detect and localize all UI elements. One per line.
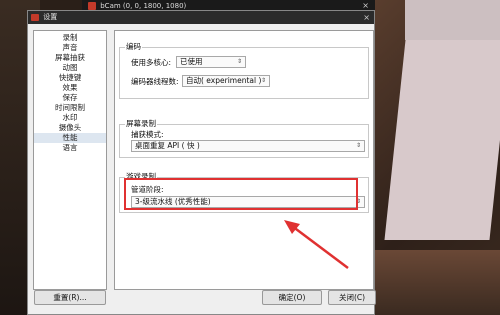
desktop-wood xyxy=(370,250,500,315)
threads-select[interactable]: 自动( experimental ) ⇕ xyxy=(182,75,270,87)
desktop-paper xyxy=(384,40,500,240)
sidebar-item-gif[interactable]: 动图 xyxy=(34,63,106,73)
dialog-title: 设置 xyxy=(43,13,58,21)
settings-sidebar: 录制 声音 屏幕抽获 动图 快捷键 效果 保存 时间限制 水印 摄像头 性能 语… xyxy=(33,30,107,290)
sidebar-item-screen-capture[interactable]: 屏幕抽获 xyxy=(34,53,106,63)
chevron-updown-icon: ⇕ xyxy=(355,142,361,149)
chevron-updown-icon: ⇕ xyxy=(260,77,266,84)
capture-mode-select[interactable]: 桌面重复 API ( 快 ) ⇕ xyxy=(131,140,365,152)
sidebar-item-watermark[interactable]: 水印 xyxy=(34,113,106,123)
sidebar-item-time-limit[interactable]: 时间限制 xyxy=(34,103,106,113)
capture-mode-label: 捕获模式: xyxy=(131,130,164,139)
multicore-select[interactable]: 已使用 ⇕ xyxy=(176,56,246,68)
game-group-title: 游戏录制 xyxy=(125,171,157,182)
sidebar-item-webcam[interactable]: 摄像头 xyxy=(34,123,106,133)
app-logo-icon xyxy=(88,2,96,10)
dialog-logo-icon xyxy=(31,13,39,21)
multicore-value: 已使用 xyxy=(180,57,203,66)
chevron-updown-icon: ⇕ xyxy=(355,198,361,205)
settings-dialog: 设置 × 录制 声音 屏幕抽获 动图 快捷键 效果 保存 时间限制 水印 摄像头… xyxy=(27,10,376,315)
multicore-label: 使用多核心: xyxy=(131,58,172,67)
chevron-updown-icon: ⇕ xyxy=(236,58,242,65)
sidebar-item-hotkeys[interactable]: 快捷键 xyxy=(34,73,106,83)
close-button[interactable]: 关闭(C) xyxy=(328,290,376,305)
capture-mode-value: 桌面重复 API ( 快 ) xyxy=(135,141,200,150)
settings-content: 编码 使用多核心: 已使用 ⇕ 编码器线程数: 自动( experimental… xyxy=(114,30,374,290)
background-app-title: bCam (0, 0, 1800, 1080) xyxy=(100,2,187,10)
sidebar-item-sound[interactable]: 声音 xyxy=(34,43,106,53)
reset-button[interactable]: 重置(R)... xyxy=(34,290,106,305)
pipeline-select[interactable]: 3-级流水线 (优秀性能) ⇕ xyxy=(131,196,365,208)
pipeline-label: 管道阶段: xyxy=(131,185,164,194)
sidebar-item-language[interactable]: 语言 xyxy=(34,143,106,153)
desktop-paper-top xyxy=(405,0,500,40)
dialog-titlebar: 设置 × xyxy=(28,11,374,24)
threads-value: 自动( experimental ) xyxy=(186,76,262,85)
screen-group-title: 屏幕录制 xyxy=(125,118,157,129)
dialog-close-icon[interactable]: × xyxy=(363,11,370,24)
encode-group xyxy=(119,47,369,99)
ok-button[interactable]: 确定(O) xyxy=(262,290,322,305)
sidebar-item-effects[interactable]: 效果 xyxy=(34,83,106,93)
sidebar-item-performance[interactable]: 性能 xyxy=(34,133,106,143)
threads-label: 编码器线程数: xyxy=(131,77,179,86)
encode-group-title: 编码 xyxy=(125,41,142,52)
sidebar-item-save[interactable]: 保存 xyxy=(34,93,106,103)
sidebar-item-record[interactable]: 录制 xyxy=(34,33,106,43)
pipeline-value: 3-级流水线 (优秀性能) xyxy=(135,197,211,206)
